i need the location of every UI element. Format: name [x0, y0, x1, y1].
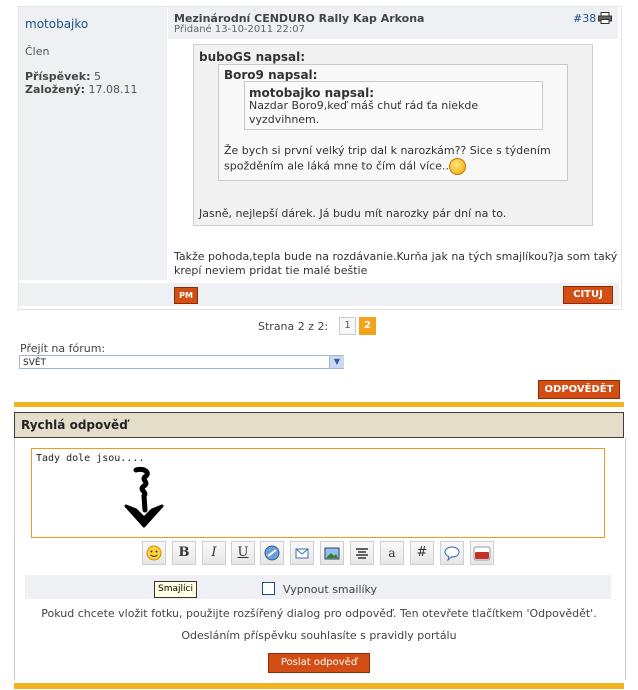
quote-outer-author: buboGS napsal: — [199, 50, 306, 64]
joined-date: 17.08.11 — [88, 83, 138, 96]
reply-button[interactable]: ODPOVĚDĚT — [538, 380, 620, 399]
quote-inner-author: motobajko napsal: — [249, 86, 374, 100]
info-text-photo: Pokud chcete vložit fotku, použijte rozš… — [41, 607, 597, 620]
smiley-icon — [448, 158, 466, 175]
hand-drawn-arrow — [120, 466, 168, 532]
divider-bar-bottom — [14, 683, 624, 689]
chevron-down-icon[interactable]: ▼ — [329, 356, 344, 368]
pm-button[interactable]: PM — [174, 287, 198, 304]
email-icon[interactable] — [290, 541, 314, 565]
post-date: Přidané 13-10-2011 22:07 — [174, 24, 306, 35]
pager-label: Strana 2 z 2: — [258, 320, 329, 333]
quote-middle-text-block: Že bych si první velký trip dal k narozk… — [224, 143, 554, 175]
reply-textarea[interactable]: Tady dole jsou.... — [31, 448, 605, 538]
send-reply-button[interactable]: Poslat odpověď — [268, 653, 370, 673]
joined-label: Založený: — [25, 83, 85, 96]
posts-label: Příspěvek: — [25, 70, 91, 83]
author-info: Příspěvek: 5 Založený: 17.08.11 — [25, 70, 137, 96]
align-center-icon[interactable] — [350, 541, 374, 565]
youtube-icon[interactable] — [470, 541, 494, 565]
quote-icon[interactable] — [440, 541, 464, 565]
page-current-2: 2 — [359, 317, 376, 335]
link-icon[interactable] — [260, 541, 284, 565]
italic-icon[interactable]: I — [202, 541, 226, 565]
disable-smilies-checkbox[interactable] — [262, 582, 275, 595]
cite-button[interactable]: CITUJ — [563, 286, 613, 304]
image-icon[interactable] — [320, 541, 344, 565]
smiley-icon[interactable] — [142, 541, 166, 565]
quote-middle-text: Že bych si první velký trip dal k narozk… — [224, 144, 551, 173]
quote-middle-author: Boro9 napsal: — [224, 68, 318, 82]
hash-icon[interactable]: # — [410, 541, 434, 565]
info-text-rules: Odesláním příspěvku souhlasíte s pravidl… — [181, 629, 457, 642]
quick-reply-title: Rychlá odpověď — [21, 418, 128, 432]
author-name-link[interactable]: motobajko — [25, 17, 88, 31]
divider-bar — [14, 402, 624, 407]
post-number-link[interactable]: #38 — [573, 12, 596, 25]
author-rank: Člen — [25, 45, 50, 58]
quote-outer-text: Jasně, nejlepší dárek. Já budu mít naroz… — [199, 207, 507, 220]
page-link-1[interactable]: 1 — [339, 317, 356, 335]
post-body: Takže pohoda,tepla bude na rozdávanie.Ku… — [174, 250, 618, 277]
disable-smilies-label: Vypnout smailíky — [283, 583, 378, 596]
forum-jump-select[interactable]: SVĚT — [19, 355, 344, 369]
forum-jump-label: Přejít na fórum: — [20, 342, 106, 355]
toolbar-tooltip: Smajlíci — [154, 581, 197, 598]
formatting-toolbar: B I U a # — [142, 541, 502, 567]
print-icon[interactable] — [598, 12, 612, 24]
font-icon[interactable]: a — [380, 541, 404, 565]
post-footer — [19, 283, 619, 306]
quote-inner-text: Nazdar Boro9,keď máš chuť rád ťa niekde … — [249, 99, 479, 126]
underline-icon[interactable]: U — [231, 541, 255, 565]
posts-count: 5 — [93, 70, 101, 83]
bold-icon[interactable]: B — [172, 541, 196, 565]
